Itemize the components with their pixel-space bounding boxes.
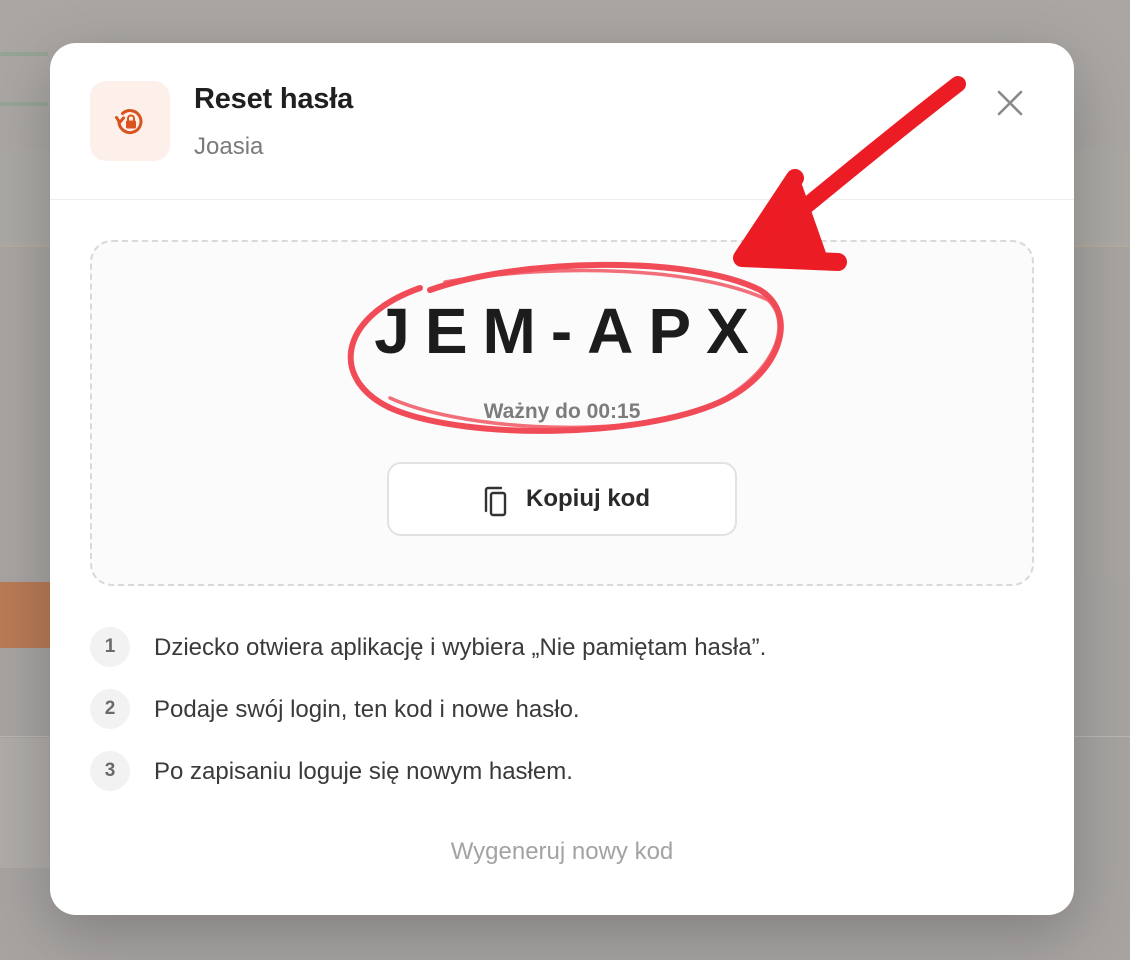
step-text: Dziecko otwiera aplikację i wybiera „Nie… [154,634,767,661]
modal-subtitle: Joasia [194,133,264,160]
reset-code: JEM-APX [374,295,764,367]
regenerate-code-link[interactable]: Wygeneruj nowy kod [50,838,1074,866]
list-item: 2 Podaje swój login, ten kod i nowe hasł… [90,689,1030,729]
copy-icon [484,486,507,517]
step-text: Po zapisaniu loguje się nowym hasłem. [154,758,573,785]
background-card [0,738,50,868]
password-reset-modal: Reset hasła Joasia JEM-APX Ważny do 00:1… [50,43,1074,915]
close-icon [997,90,1023,116]
code-expiry: Ważny do 00:15 [483,400,641,423]
modal-title: Reset hasła [194,83,353,115]
background-status-line [0,102,48,106]
copy-code-button[interactable]: Kopiuj kod [387,462,737,536]
lock-reset-icon [115,109,143,134]
modal-header: Reset hasła Joasia [50,43,1074,200]
background-status-line [0,52,48,56]
background-accent-button [0,582,50,648]
list-item: 1 Dziecko otwiera aplikację i wybiera „N… [90,627,1030,667]
header-icon-badge [90,81,170,161]
step-number: 2 [90,689,130,729]
step-text: Podaje swój login, ten kod i nowe hasło. [154,696,580,723]
copy-button-label: Kopiuj kod [526,485,650,512]
step-number: 3 [90,751,130,791]
close-button[interactable] [990,83,1030,123]
step-number: 1 [90,627,130,667]
list-item: 3 Po zapisaniu loguje się nowym hasłem. [90,751,1030,791]
reset-code-panel: JEM-APX Ważny do 00:15 Kopiuj kod [90,240,1034,586]
